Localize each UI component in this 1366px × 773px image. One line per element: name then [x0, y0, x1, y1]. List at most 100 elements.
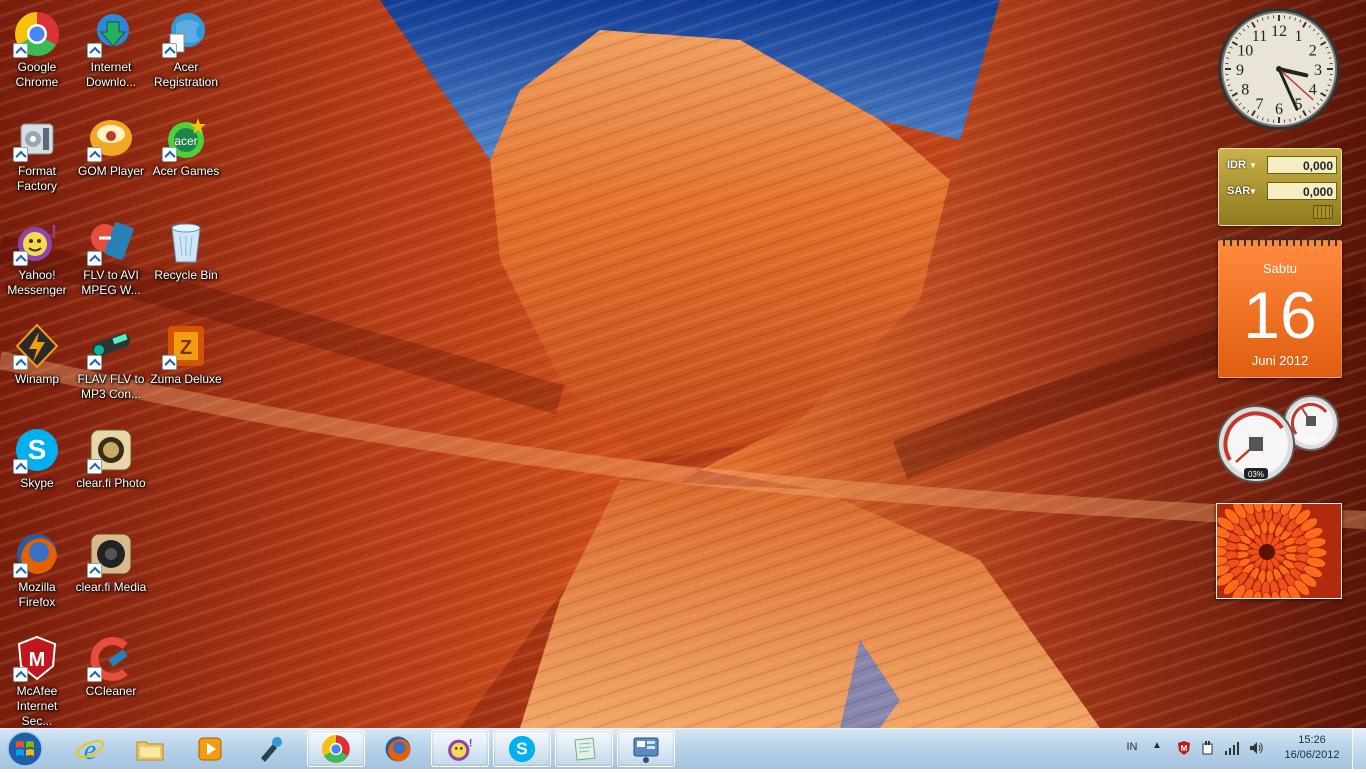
dropdown-caret-icon[interactable]: ▼ — [1249, 161, 1257, 170]
desktop-icon-mozilla-firefox[interactable]: Mozilla Firefox — [0, 528, 74, 610]
desktop-icon-format-factory[interactable]: Format Factory — [0, 112, 74, 194]
desktop-icon-recycle-bin[interactable]: Recycle Bin — [149, 216, 223, 283]
icon-label: McAfee Internet Sec... — [0, 684, 74, 729]
power-tray-icon[interactable] — [1200, 740, 1216, 756]
memory-usage-label: 44% — [1303, 435, 1319, 444]
desktop-icon-flav-flv-to-mp3[interactable]: FLAV FLV to MP3 Con... — [74, 320, 148, 402]
clock-date: 16/06/2012 — [1280, 748, 1344, 763]
network-signal-icon[interactable] — [1224, 740, 1240, 756]
yahoo-messenger-icon: ! — [445, 734, 475, 764]
tool-icon — [255, 734, 285, 764]
show-hidden-icons-button[interactable]: ▲ — [1152, 740, 1162, 751]
icon-label: clear.fi Photo — [74, 476, 148, 491]
show-desktop-button[interactable] — [1352, 729, 1366, 769]
firefox-icon — [383, 734, 413, 764]
mcafee-tray-icon[interactable]: M — [1176, 740, 1192, 756]
icon-label: GOM Player — [74, 164, 148, 179]
cpu-meter-dials: 44% 03% — [1216, 394, 1342, 488]
currency-value-field[interactable]: 0,000 — [1267, 182, 1337, 200]
currency-code-selector[interactable]: SAR — [1227, 185, 1250, 197]
desktop-icon-acer-games[interactable]: acer Acer Games — [149, 112, 223, 179]
icon-label: Google Chrome — [0, 60, 74, 90]
icon-label: Mozilla Firefox — [0, 580, 74, 610]
taskbar-item-mozilla-firefox[interactable] — [369, 730, 427, 767]
calendar-weekday: Sabtu — [1219, 261, 1341, 276]
taskbar-item-notes[interactable] — [555, 730, 613, 767]
dropdown-caret-icon[interactable]: ▼ — [1249, 187, 1257, 196]
desktop-icon-mcafee[interactable]: M McAfee Internet Sec... — [0, 632, 74, 729]
desktop-icon-clearfi-media[interactable]: clear.fi Media — [74, 528, 148, 595]
calendar-month-year: Juni 2012 — [1219, 353, 1341, 368]
clock-gadget[interactable]: 121234567891011 — [1216, 6, 1342, 132]
clock-numeral: 11 — [1252, 28, 1267, 45]
clock-numeral: 1 — [1295, 28, 1303, 45]
control-panel-icon — [631, 734, 661, 764]
slideshow-gadget[interactable] — [1216, 503, 1342, 599]
svg-text:Z: Z — [180, 337, 192, 359]
currency-chip-icon — [1313, 205, 1333, 219]
icon-label: FLAV FLV to MP3 Con... — [74, 372, 148, 402]
desktop-icon-google-chrome[interactable]: Google Chrome — [0, 8, 74, 90]
orange-flower-photo — [1217, 504, 1341, 598]
taskbar-item-internet-explorer[interactable]: e — [61, 730, 119, 767]
clock-numeral: 12 — [1271, 23, 1287, 40]
clock-numeral: 9 — [1236, 62, 1244, 79]
currency-value-field[interactable]: 0,000 — [1267, 156, 1337, 174]
desktop-icon-ccleaner[interactable]: CCleaner — [74, 632, 148, 699]
currency-row: SAR ▼ 0,000 — [1225, 182, 1335, 202]
svg-text:acer: acer — [174, 134, 197, 148]
svg-text:!: ! — [51, 222, 57, 242]
media-player-icon — [195, 734, 225, 764]
windows-orb-icon — [4, 730, 46, 768]
notes-icon — [569, 734, 599, 764]
volume-icon[interactable] — [1248, 740, 1264, 756]
taskbar: e ! S IN ▲ M 15:26 16/06/2012 — [0, 728, 1366, 769]
taskbar-item-tool[interactable] — [241, 730, 299, 767]
desktop-icon-zuma-deluxe[interactable]: Z Zuma Deluxe — [149, 320, 223, 387]
desktop-icon-internet-download-manager[interactable]: Internet Downlo... — [74, 8, 148, 90]
icon-label: Winamp — [0, 372, 74, 387]
icon-label: Format Factory — [0, 164, 74, 194]
flower-petal — [1307, 548, 1327, 558]
language-indicator[interactable]: IN — [1120, 741, 1144, 753]
desktop-icon-winamp[interactable]: Winamp — [0, 320, 74, 387]
skype-icon: S — [507, 734, 537, 764]
svg-text:M: M — [1181, 744, 1188, 753]
taskbar-item-skype[interactable]: S — [493, 730, 551, 767]
clock-numeral: 3 — [1314, 62, 1322, 79]
desktop-icon-clearfi-photo[interactable]: clear.fi Photo — [74, 424, 148, 491]
analog-clock: 121234567891011 — [1216, 6, 1342, 132]
svg-text:S: S — [516, 738, 528, 758]
currency-gadget[interactable]: IDR ▼ 0,000 SAR ▼ 0,000 — [1218, 148, 1342, 226]
icon-label: Zuma Deluxe — [149, 372, 223, 387]
currency-code-selector[interactable]: IDR — [1227, 159, 1246, 171]
calendar-binding-rings — [1223, 236, 1337, 246]
taskbar-clock[interactable]: 15:26 16/06/2012 — [1280, 733, 1344, 763]
taskbar-item-windows-explorer[interactable] — [121, 730, 179, 767]
icon-label: Acer Games — [149, 164, 223, 179]
taskbar-item-google-chrome[interactable] — [307, 730, 365, 767]
calendar-date-number: 16 — [1219, 277, 1341, 353]
folder-icon — [135, 734, 165, 764]
currency-row: IDR ▼ 0,000 — [1225, 156, 1335, 176]
chrome-icon — [321, 734, 351, 764]
icon-label: clear.fi Media — [74, 580, 148, 595]
icon-label: Acer Registration — [149, 60, 223, 90]
calendar-gadget[interactable]: Sabtu 16 Juni 2012 — [1218, 240, 1342, 378]
taskbar-item-control-panel[interactable] — [617, 730, 675, 767]
desktop-icon-skype[interactable]: S Skype — [0, 424, 74, 491]
icon-label: Recycle Bin — [149, 268, 223, 283]
desktop-icon-acer-registration[interactable]: Acer Registration — [149, 8, 223, 90]
cpu-usage-label: 03% — [1248, 470, 1264, 479]
start-button[interactable] — [4, 730, 46, 768]
clock-time: 15:26 — [1280, 733, 1344, 748]
clock-numeral: 6 — [1275, 101, 1283, 118]
taskbar-item-yahoo-messenger[interactable]: ! — [431, 730, 489, 767]
desktop-icon-flv-to-avi[interactable]: FLV to AVI MPEG W... — [74, 216, 148, 298]
desktop-icon-gom-player[interactable]: GOM Player — [74, 112, 148, 179]
taskbar-item-media-player[interactable] — [181, 730, 239, 767]
cpu-meter-gadget[interactable]: 44% 03% — [1216, 394, 1342, 488]
recycle-bin-icon — [162, 218, 210, 266]
svg-text:!: ! — [469, 737, 473, 749]
desktop-icon-yahoo-messenger[interactable]: ! Yahoo! Messenger — [0, 216, 74, 298]
